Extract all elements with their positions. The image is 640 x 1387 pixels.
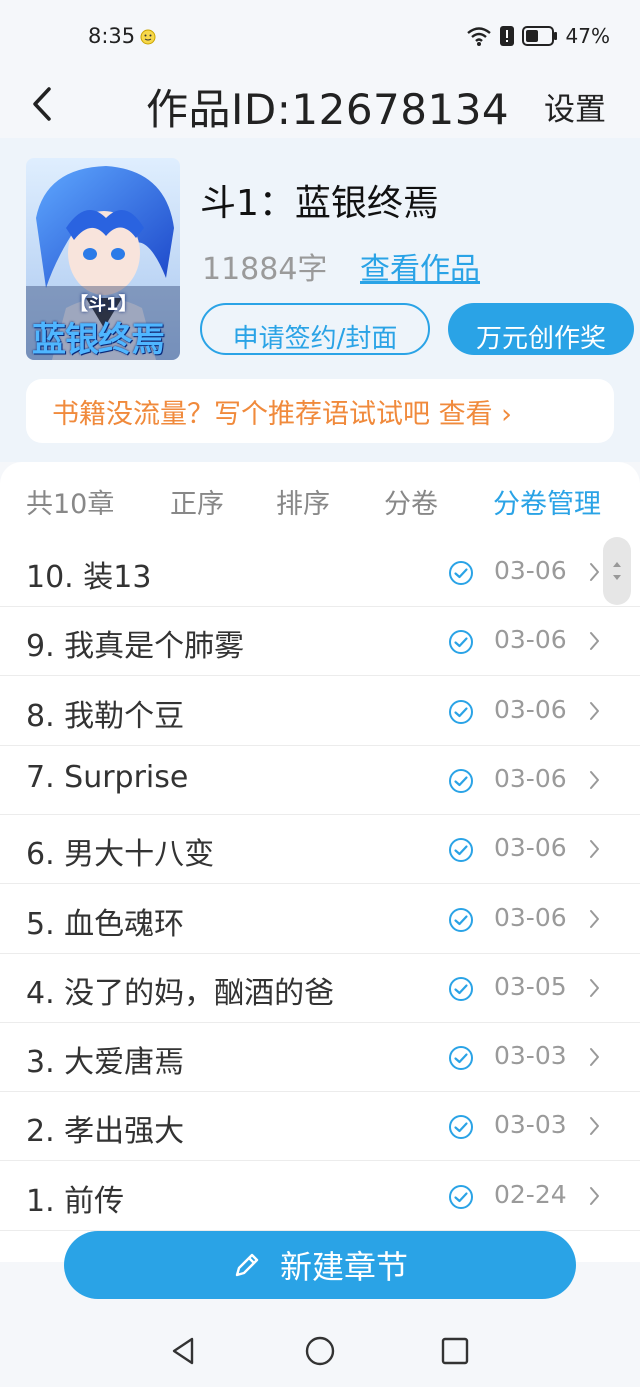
system-nav-bar	[0, 1314, 640, 1387]
chapter-date: 03-06	[494, 902, 567, 932]
chapter-title: 6. 男大十八变	[26, 837, 215, 873]
battery-icon	[521, 26, 557, 46]
published-check-icon	[449, 1184, 473, 1209]
back-button[interactable]	[22, 78, 62, 130]
book-info-card: 【斗1】 蓝银终焉 斗1：蓝银终焉 11884字 查看作品 申请签约/封面 万元…	[0, 138, 640, 462]
published-check-icon	[449, 630, 473, 655]
chapter-date: 03-06	[494, 556, 567, 585]
book-title: 斗1：蓝银终焉	[200, 183, 439, 224]
nav-recents-icon[interactable]	[438, 1334, 472, 1368]
new-chapter-button[interactable]: 新建章节	[64, 1231, 576, 1299]
apply-sign-button[interactable]: 申请签约/封面	[200, 303, 430, 355]
chevron-right-icon	[590, 1048, 599, 1067]
pencil-icon	[235, 1253, 259, 1277]
chapter-row[interactable]: 6. 男大十八变 03-06	[0, 815, 640, 885]
chapter-row[interactable]: 8. 我勒个豆 03-06	[0, 677, 640, 746]
sort-button[interactable]: 排序	[276, 482, 330, 521]
published-check-icon	[449, 1046, 473, 1071]
chevron-right-icon	[590, 909, 599, 928]
chapter-row[interactable]: 7. Surprise 03-06	[0, 746, 640, 815]
chapter-title: 5. 血色魂环	[26, 906, 185, 942]
chapter-date: 03-06	[494, 694, 567, 724]
chapter-row[interactable]: 5. 血色魂环 03-06	[0, 885, 640, 954]
page-title: 作品ID:12678134	[146, 85, 510, 134]
settings-button[interactable]: 设置	[544, 84, 606, 129]
chapter-title: 1. 前传	[26, 1183, 125, 1219]
chevron-right-icon	[590, 840, 599, 859]
published-check-icon	[449, 1115, 473, 1140]
new-chapter-label: 新建章节	[279, 1248, 408, 1286]
chapter-row[interactable]: 9. 我真是个肺雾 03-06	[0, 607, 640, 677]
chapter-row[interactable]: 10. 装13 03-06	[0, 538, 640, 607]
nav-bar: 作品ID:12678134 设置	[0, 76, 640, 138]
scroll-arrows-icon	[613, 562, 621, 580]
creation-award-label: 万元创作奖	[475, 323, 606, 354]
chevron-right-icon	[590, 978, 599, 997]
volume-manage-button[interactable]: 分卷管理	[493, 482, 601, 521]
chapter-row[interactable]: 3. 大爱唐焉 03-03	[0, 1023, 640, 1093]
chapter-list-panel: 共10章 正序 排序 分卷 分卷管理 10. 装13 03-06 9. 我真是个肺雾…	[0, 462, 640, 1262]
chapter-title: 3. 大爱唐焉	[26, 1045, 185, 1081]
word-count: 11884字	[202, 252, 328, 287]
published-check-icon	[449, 838, 473, 863]
status-bar: 8:35 47%	[0, 0, 640, 76]
volume-button[interactable]: 分卷	[384, 482, 438, 521]
chapter-date: 03-03	[494, 1110, 567, 1140]
chapter-title: 10. 装13	[26, 560, 152, 595]
nav-home-icon[interactable]	[303, 1334, 337, 1368]
scrollbar-thumb[interactable]	[603, 537, 631, 605]
chapter-title: 4. 没了的妈，酗酒的爸	[26, 975, 335, 1011]
published-check-icon	[449, 699, 473, 724]
chevron-left-icon	[33, 87, 51, 121]
chapter-title: 2. 孝出强大	[26, 1114, 185, 1150]
apply-sign-label: 申请签约/封面	[232, 323, 398, 354]
chapter-title: 8. 我勒个豆	[26, 698, 185, 734]
order-toggle[interactable]: 正序	[170, 482, 224, 521]
published-check-icon	[449, 561, 473, 585]
chapter-total: 共10章	[26, 489, 115, 520]
chevron-right-icon	[590, 563, 599, 581]
creation-award-button[interactable]: 万元创作奖	[448, 303, 634, 355]
chapter-title: 9. 我真是个肺雾	[26, 629, 245, 665]
recommendation-banner[interactable]: 书籍没流量？写个推荐语试试吧 查看 ›	[26, 379, 614, 443]
alert-icon	[499, 26, 514, 46]
chevron-right-icon	[590, 632, 599, 651]
status-time: 8:35	[88, 24, 136, 48]
chapter-date: 03-06	[494, 833, 567, 863]
chapter-row[interactable]: 2. 孝出强大 03-03	[0, 1092, 640, 1162]
chapter-title: 7. Surprise	[26, 759, 189, 795]
published-check-icon	[449, 768, 473, 793]
view-work-link[interactable]: 查看作品	[360, 244, 480, 288]
emoji-icon	[140, 29, 156, 45]
chevron-right-icon	[590, 1186, 599, 1205]
chapter-row[interactable]: 4. 没了的妈，酗酒的爸 03-05	[0, 954, 640, 1023]
chevron-right-icon	[590, 770, 599, 789]
status-indicators: 47%	[466, 24, 610, 48]
nav-back-icon[interactable]	[166, 1334, 200, 1368]
battery-percentage: 47%	[565, 24, 610, 48]
recommendation-text: 书籍没流量？写个推荐语试试吧 查看 ›	[52, 398, 512, 430]
chapter-date: 03-05	[494, 971, 567, 1001]
chapter-date: 02-24	[494, 1179, 567, 1209]
wifi-icon	[466, 27, 491, 46]
chevron-right-icon	[590, 701, 599, 720]
list-toolbar: 共10章 正序 排序 分卷 分卷管理	[0, 462, 640, 538]
chevron-right-icon	[590, 1117, 599, 1136]
cover-title-main: 蓝银终焉	[32, 320, 165, 360]
chapter-date: 03-06	[494, 625, 567, 655]
chapter-row[interactable]: 1. 前传 02-24	[0, 1162, 640, 1231]
published-check-icon	[449, 907, 473, 932]
book-cover[interactable]: 【斗1】 蓝银终焉	[26, 158, 180, 360]
published-check-icon	[449, 976, 473, 1001]
chapter-date: 03-06	[494, 763, 567, 793]
chapter-date: 03-03	[494, 1041, 567, 1071]
